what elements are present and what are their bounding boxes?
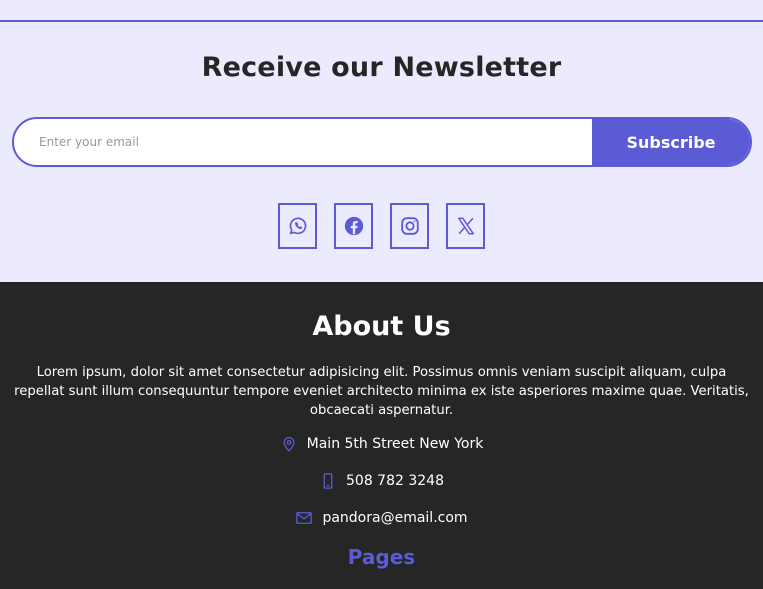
facebook-icon [344, 216, 363, 236]
email-text[interactable]: pandora@email.com [322, 510, 467, 526]
email-input[interactable] [14, 119, 592, 165]
phone-text: 508 782 3248 [346, 473, 444, 489]
subscribe-form: Subscribe [12, 117, 752, 167]
newsletter-title: Receive our Newsletter [201, 52, 562, 83]
address-text: Main 5th Street New York [306, 436, 484, 452]
about-text: Lorem ipsum, dolor sit amet consectetur … [14, 365, 749, 418]
contact-phone: 508 782 3248 [0, 472, 763, 490]
subscribe-button[interactable]: Subscribe [592, 119, 750, 165]
about-title: About Us [312, 311, 451, 342]
location-pin-icon [283, 437, 295, 452]
pages-title: Pages [347, 545, 416, 569]
contact-email: pandora@email.com [0, 509, 763, 527]
x-link[interactable] [446, 203, 485, 249]
instagram-link[interactable] [390, 203, 429, 249]
divider [0, 20, 763, 22]
footer: About Us Lorem ipsum, dolor sit amet con… [0, 282, 763, 589]
envelope-icon [296, 512, 313, 524]
whatsapp-icon [289, 217, 306, 235]
newsletter-section: Receive our Newsletter Subscribe [0, 0, 763, 282]
contact-address: Main 5th Street New York [0, 435, 763, 453]
instagram-icon [400, 217, 419, 235]
whatsapp-link[interactable] [278, 203, 317, 249]
phone-icon [323, 473, 333, 489]
social-links [278, 203, 485, 249]
facebook-link[interactable] [334, 203, 373, 249]
x-icon [457, 217, 474, 235]
